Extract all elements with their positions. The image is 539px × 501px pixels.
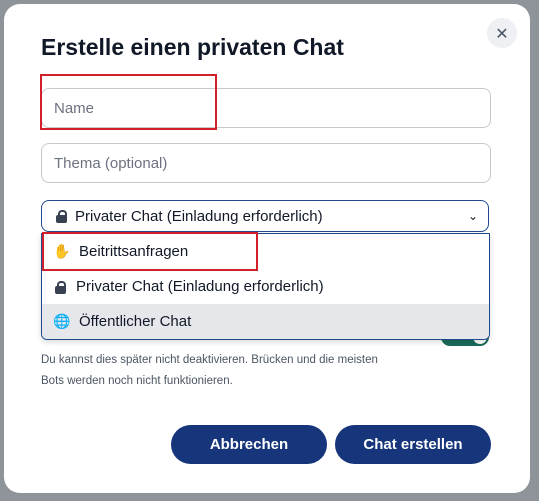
visibility-select[interactable]: Privater Chat (Einladung erforderlich) ⌄ [41,200,489,232]
chevron-down-icon: ⌄ [467,209,478,223]
topic-input[interactable] [42,144,490,182]
visibility-selected-label: Privater Chat (Einladung erforderlich) [75,207,323,225]
option-public-chat[interactable]: 🌐 Öffentlicher Chat [42,304,489,339]
option-label: Öffentlicher Chat [79,313,192,330]
encryption-hint: Du kannst dies später nicht deaktivieren… [41,354,378,387]
globe-icon: 🌐 [53,313,71,330]
cancel-button[interactable]: Abbrechen [171,425,327,464]
lock-icon [56,210,67,223]
create-chat-dialog: ✕ Erstelle einen privaten Chat Privater … [4,4,530,493]
dialog-title: Erstelle einen privaten Chat [41,34,344,60]
lock-icon [55,280,66,294]
name-field[interactable] [41,88,491,128]
option-private-chat[interactable]: Privater Chat (Einladung erforderlich) [42,269,489,304]
option-join-requests[interactable]: ✋ Beitrittsanfragen [42,234,489,269]
create-chat-button[interactable]: Chat erstellen [335,425,491,464]
option-label: Beitrittsanfragen [79,243,189,260]
close-button[interactable]: ✕ [487,18,517,48]
close-icon: ✕ [495,23,509,43]
hand-icon: ✋ [53,243,71,260]
visibility-menu: ✋ Beitrittsanfragen Privater Chat (Einla… [41,233,490,340]
name-input[interactable] [42,89,490,127]
option-label: Privater Chat (Einladung erforderlich) [76,278,324,295]
topic-field[interactable] [41,143,491,183]
